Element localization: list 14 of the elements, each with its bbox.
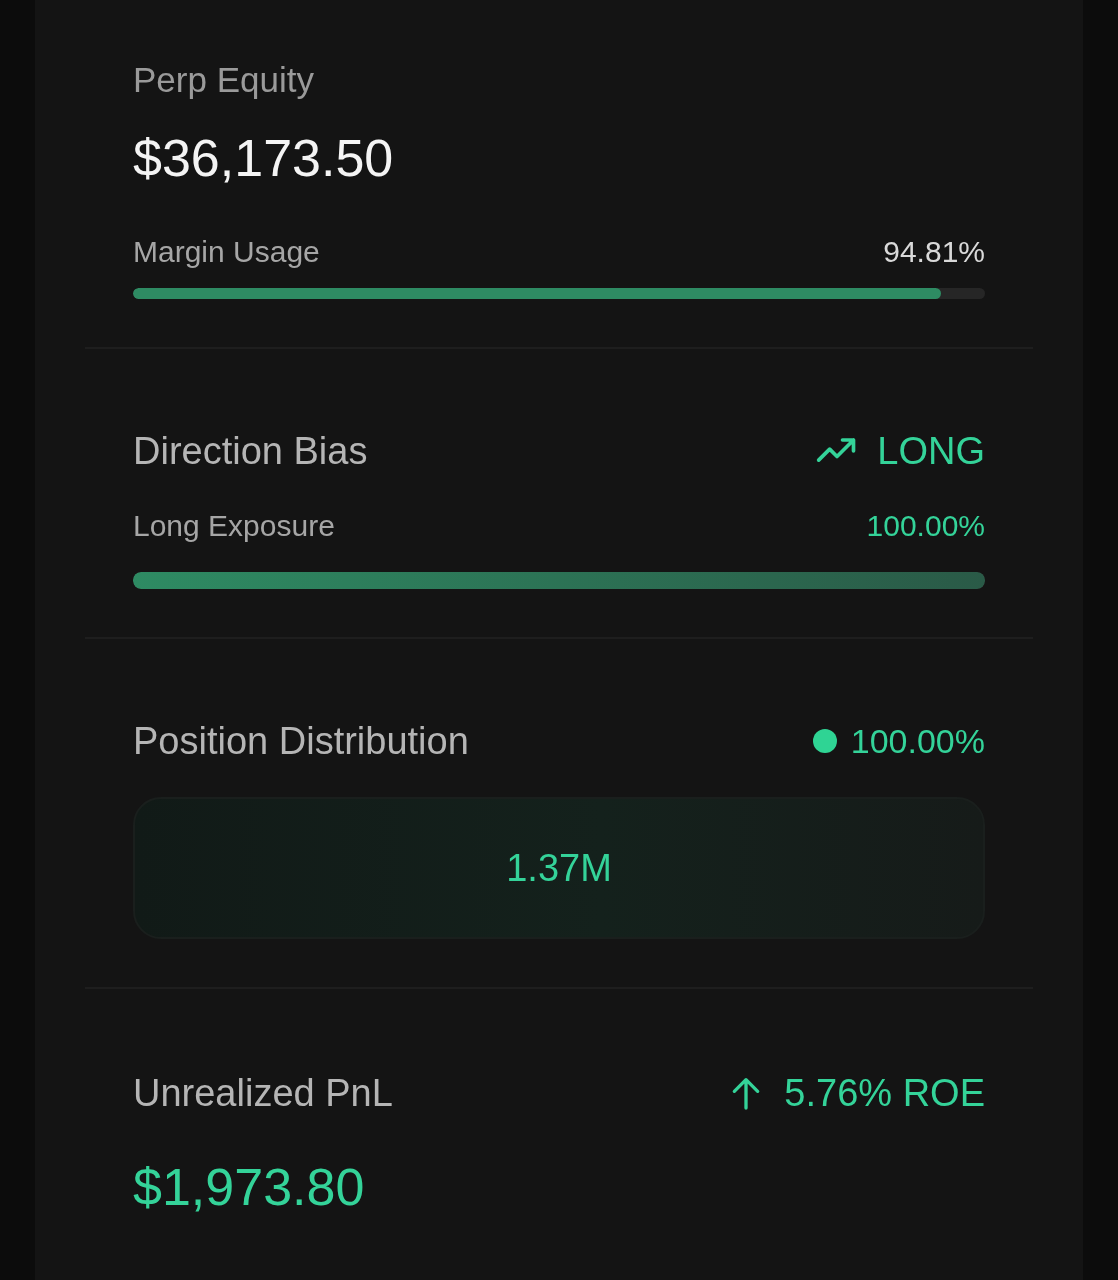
- meter-label: Long Exposure: [133, 508, 335, 544]
- meter-reading: 94.81%: [883, 234, 985, 270]
- segment-value: 1.37M: [506, 846, 612, 890]
- equity-value: $36,173.50: [133, 128, 395, 188]
- section-title: Perp Equity: [133, 59, 315, 101]
- section-title: Unrealized PnL: [133, 1071, 393, 1116]
- meter-label: Margin Usage: [133, 234, 320, 270]
- direction-label: LONG: [877, 429, 985, 474]
- roe-value: 5.76% ROE: [784, 1071, 985, 1116]
- pnl-value: $1,973.80: [133, 1157, 366, 1217]
- section-title: Position Distribution: [133, 719, 469, 764]
- legend-value: 100.00%: [850, 721, 985, 762]
- section-title: Direction Bias: [133, 429, 368, 474]
- meter-reading: 100.00%: [866, 508, 985, 544]
